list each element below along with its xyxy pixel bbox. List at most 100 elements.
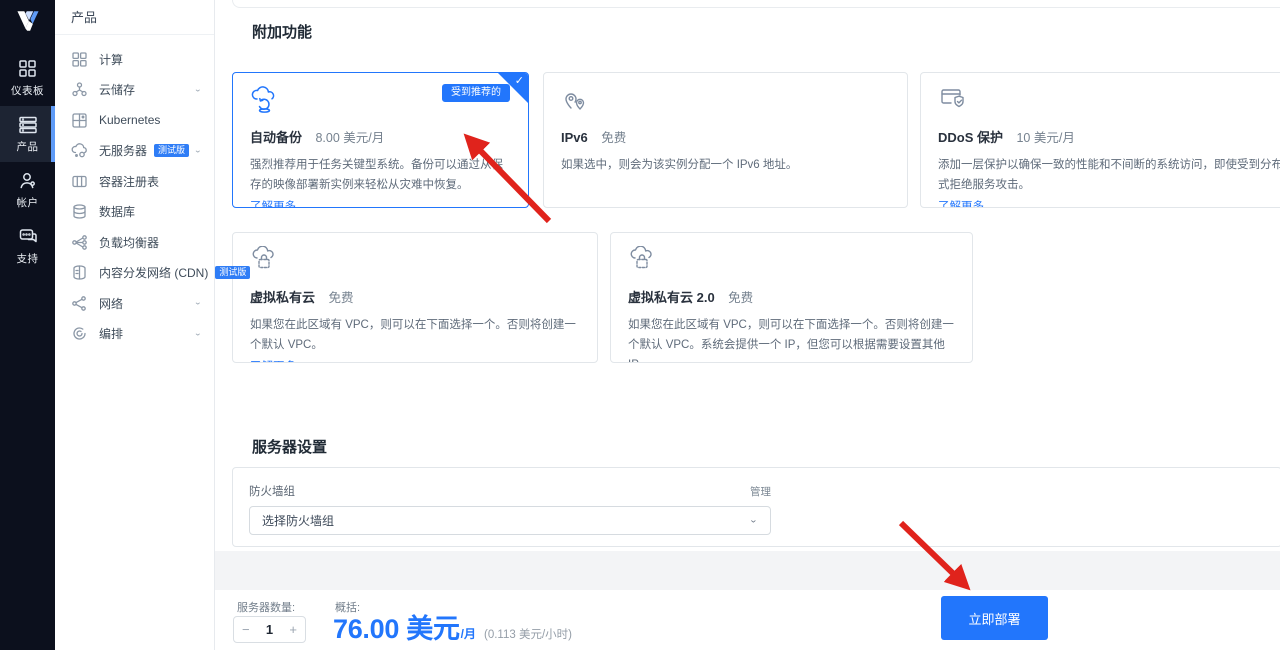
qty-minus-button[interactable]: − — [234, 623, 258, 636]
sidebar-item-label: 仪表板 — [11, 83, 44, 98]
learn-more-link[interactable]: 了解更多 — [938, 198, 984, 208]
addon-description: 如果您在此区域有 VPC，则可以在下面选择一个。否则将创建一个默认 VPC。 — [250, 315, 580, 355]
auto-backup-icon — [250, 86, 280, 114]
ipv6-icon — [561, 86, 589, 114]
menu-item-label: 负载均衡器 — [99, 234, 159, 251]
deploy-page-content: 附加功能 ✓ 受到推荐的 自动备份 8.00 美元/月 强烈推荐用于任务关键型系… — [215, 0, 1280, 650]
sidebar-item-label: 产品 — [17, 139, 39, 154]
addon-card-ddos[interactable]: DDoS 保护 10 美元/月 添加一层保护以确保一致的性能和不间断的系统访问，… — [920, 72, 1280, 208]
container-registry-icon — [71, 173, 88, 190]
menu-item-label: Kubernetes — [99, 113, 160, 127]
sidebar-item-label: 帐户 — [17, 195, 39, 210]
server-qty-label: 服务器数量: — [237, 599, 295, 615]
menu-item-network[interactable]: 网络 ⌄ — [55, 288, 214, 319]
vpc-icon — [628, 246, 656, 274]
sidebar-item-dashboard[interactable]: 仪表板 — [0, 50, 55, 106]
subnav-header: 产品 — [55, 0, 214, 35]
addon-price: 免费 — [728, 291, 753, 305]
menu-item-container-registry[interactable]: 容器注册表 — [55, 166, 214, 197]
addon-description: 如果您在此区域有 VPC，则可以在下面选择一个。否则将创建一个默认 VPC。系统… — [628, 315, 955, 363]
account-icon — [18, 171, 38, 190]
beta-badge: 测试版 — [215, 266, 250, 279]
chevron-down-icon: ⌄ — [194, 147, 202, 155]
addon-price: 免费 — [601, 131, 626, 145]
beta-badge: 测试版 — [154, 144, 189, 157]
addon-description: 强烈推荐用于任务关键型系统。备份可以通过从保存的映像部署新实例来轻松从灾难中恢复… — [250, 155, 511, 195]
database-icon — [71, 203, 88, 220]
menu-item-label: 计算 — [99, 51, 123, 68]
addon-title: IPv6 — [561, 130, 588, 145]
menu-item-kubernetes[interactable]: Kubernetes — [55, 105, 214, 136]
firewall-group-label: 防火墙组 — [249, 483, 295, 499]
orchestration-icon — [71, 325, 88, 342]
menu-item-databases[interactable]: 数据库 — [55, 197, 214, 228]
price-amount: 76.00 美元 — [333, 607, 460, 646]
learn-more-link[interactable]: 了解更多 — [250, 358, 296, 363]
addon-title: 虚拟私有云 — [250, 290, 315, 305]
addon-card-vpc[interactable]: 虚拟私有云 免费 如果您在此区域有 VPC，则可以在下面选择一个。否则将创建一个… — [232, 232, 598, 363]
menu-item-cdn[interactable]: 内容分发网络 (CDN) 测试版 — [55, 258, 214, 289]
chevron-down-icon: ⌄ — [194, 299, 202, 307]
menu-item-label: 网络 — [99, 295, 123, 312]
vpc-icon — [250, 246, 278, 274]
chevron-down-icon: ⌄ — [194, 86, 202, 94]
addon-price: 10 美元/月 — [1016, 131, 1074, 145]
menu-item-serverless[interactable]: 无服务器 测试版 ⌄ — [55, 136, 214, 167]
previous-section-edge — [232, 0, 1280, 8]
quantity-stepper: − 1 + — [233, 616, 306, 643]
price-period: /月 — [461, 625, 476, 642]
menu-item-label: 内容分发网络 (CDN) — [99, 264, 208, 281]
menu-item-label: 无服务器 — [99, 142, 147, 159]
menu-item-label: 容器注册表 — [99, 173, 159, 190]
cdn-icon — [71, 264, 88, 281]
sidebar-item-support[interactable]: 支持 — [0, 218, 55, 274]
products-icon — [18, 115, 38, 134]
menu-item-compute[interactable]: 计算 — [55, 44, 214, 75]
learn-more-link[interactable]: 了解更多 — [250, 198, 296, 208]
primary-sidebar: 仪表板 产品 帐户 支持 — [0, 0, 55, 650]
kubernetes-icon — [71, 112, 88, 129]
menu-item-label: 编排 — [99, 325, 123, 342]
menu-item-label: 数据库 — [99, 203, 135, 220]
cloud-storage-icon — [71, 81, 88, 98]
recommended-badge: 受到推荐的 — [442, 84, 510, 102]
menu-item-load-balancers[interactable]: 负载均衡器 — [55, 227, 214, 258]
addon-title: DDoS 保护 — [938, 130, 1003, 145]
addon-card-ipv6[interactable]: IPv6 免费 如果选中，则会为该实例分配一个 IPv6 地址。 — [543, 72, 908, 208]
check-icon: ✓ — [515, 74, 524, 87]
sidebar-item-account[interactable]: 帐户 — [0, 162, 55, 218]
chevron-down-icon: ⌄ — [194, 330, 202, 338]
sidebar-item-products[interactable]: 产品 — [0, 106, 55, 162]
firewall-manage-link[interactable]: 管理 — [750, 484, 771, 499]
addon-title: 虚拟私有云 2.0 — [628, 290, 715, 305]
ddos-protection-icon — [938, 86, 968, 114]
vultr-logo-icon — [15, 9, 41, 33]
serverless-icon — [71, 142, 88, 159]
menu-item-cloud-storage[interactable]: 云储存 ⌄ — [55, 75, 214, 106]
price-hourly: (0.113 美元/小时) — [484, 626, 572, 642]
vultr-logo[interactable] — [0, 0, 55, 42]
addon-card-vpc2[interactable]: 虚拟私有云 2.0 免费 如果您在此区域有 VPC，则可以在下面选择一个。否则将… — [610, 232, 973, 363]
addon-title: 自动备份 — [250, 130, 302, 145]
qty-plus-button[interactable]: + — [281, 623, 305, 636]
network-icon — [71, 295, 88, 312]
server-settings-heading: 服务器设置 — [252, 436, 327, 457]
menu-item-orchestration[interactable]: 编排 ⌄ — [55, 319, 214, 350]
addon-description: 如果选中，则会为该实例分配一个 IPv6 地址。 — [561, 155, 890, 175]
addons-heading: 附加功能 — [252, 21, 312, 42]
firewall-select[interactable]: 选择防火墙组 ⌄ — [249, 506, 771, 535]
addon-description: 添加一层保护以确保一致的性能和不间断的系统访问，即使受到分布式拒绝服务攻击。 — [938, 155, 1280, 195]
deploy-now-button[interactable]: 立即部署 — [941, 596, 1048, 640]
addon-price: 免费 — [328, 291, 353, 305]
addon-price: 8.00 美元/月 — [315, 131, 384, 145]
products-subnav: 产品 计算 云储存 ⌄ Kubernetes — [55, 0, 215, 650]
compute-icon — [71, 51, 88, 68]
addon-card-auto-backups[interactable]: ✓ 受到推荐的 自动备份 8.00 美元/月 强烈推荐用于任务关键型系统。备份可… — [232, 72, 529, 208]
sidebar-item-label: 支持 — [17, 251, 39, 266]
price-summary: 76.00 美元 /月 (0.113 美元/小时) — [333, 607, 572, 646]
dashboard-icon — [18, 59, 37, 78]
menu-item-label: 云储存 — [99, 81, 135, 98]
chevron-down-icon: ⌄ — [749, 516, 758, 525]
support-icon — [18, 227, 38, 246]
section-separator — [215, 551, 1280, 590]
